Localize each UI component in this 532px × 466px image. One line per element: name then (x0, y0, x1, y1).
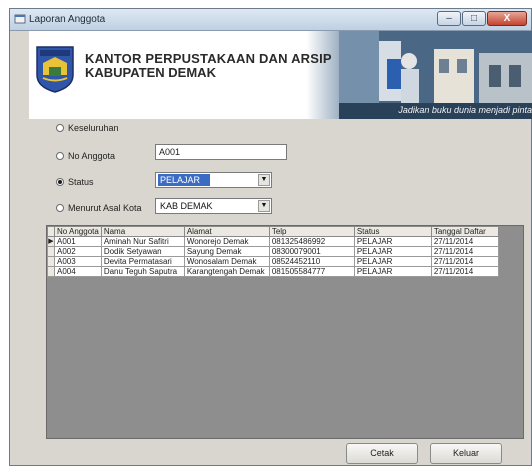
cell-alamat[interactable]: Wonosalam Demak (183, 256, 270, 267)
cell-no-anggota[interactable]: A004 (54, 266, 102, 277)
report-window: Laporan Anggota – □ X KANTOR PERPUSTAKAA… (9, 8, 532, 466)
radio-status[interactable] (56, 178, 64, 186)
column-header-alamat[interactable]: Alamat (183, 226, 270, 237)
table-row[interactable]: A004 Danu Teguh Saputra Karangtengah Dem… (47, 266, 499, 277)
asal-kota-dropdown-value: KAB DEMAK (160, 201, 213, 211)
maximize-button[interactable]: □ (462, 11, 486, 26)
cell-tanggal-daftar[interactable]: 27/11/2014 (430, 256, 499, 267)
cell-no-anggota[interactable]: A002 (54, 246, 102, 257)
banner-slogan: Jadikan buku dunia menjadi pintar (398, 105, 532, 115)
radio-status-label: Status (68, 177, 94, 187)
close-icon: X (503, 13, 511, 24)
radio-keseluruhan[interactable] (56, 124, 64, 132)
chevron-down-icon[interactable]: ▼ (258, 200, 270, 212)
row-indicator (47, 266, 55, 277)
column-header-nama[interactable]: Nama (100, 226, 185, 237)
cell-nama[interactable]: Devita Permatasari (100, 256, 185, 267)
title-bar[interactable]: Laporan Anggota – □ X (10, 9, 531, 31)
print-button[interactable]: Cetak (346, 443, 418, 464)
member-table: No Anggota Nama Alamat Telp Status Tangg… (47, 226, 499, 277)
close-button[interactable]: X (487, 11, 527, 26)
status-dropdown[interactable]: PELAJAR ▼ (155, 172, 272, 188)
cell-status[interactable]: PELAJAR (353, 246, 432, 257)
cell-alamat[interactable]: Wonorejo Demak (183, 236, 270, 247)
cell-nama[interactable]: Aminah Nur Safitri (100, 236, 185, 247)
cell-telp[interactable]: 08524452110 (268, 256, 355, 267)
cell-telp[interactable]: 081505584777 (268, 266, 355, 277)
cell-tanggal-daftar[interactable]: 27/11/2014 (430, 266, 499, 277)
header-indicator-cell (47, 226, 55, 237)
window-controls: – □ X (436, 11, 527, 27)
radio-keseluruhan-label: Keseluruhan (68, 123, 119, 133)
cell-no-anggota[interactable]: A001 (54, 236, 102, 247)
table-row[interactable]: A002 Dodik Setyawan Sayung Demak 0830007… (47, 246, 499, 257)
radio-no-anggota-label: No Anggota (68, 151, 116, 161)
demak-logo (36, 46, 74, 93)
row-indicator (47, 246, 55, 257)
banner-title-line2: KABUPATEN DEMAK (85, 65, 216, 80)
cell-status[interactable]: PELAJAR (353, 256, 432, 267)
option-status[interactable]: Status (56, 175, 94, 189)
cell-telp[interactable]: 081325486992 (268, 236, 355, 247)
header-banner: KANTOR PERPUSTAKAAN DAN ARSIP KABUPATEN … (29, 31, 532, 119)
asal-kota-dropdown[interactable]: KAB DEMAK ▼ (155, 198, 272, 214)
member-data-grid[interactable]: No Anggota Nama Alamat Telp Status Tangg… (46, 225, 524, 439)
radio-no-anggota[interactable] (56, 152, 64, 160)
status-dropdown-value: PELAJAR (158, 174, 210, 186)
row-indicator (47, 256, 55, 267)
option-keseluruhan[interactable]: Keseluruhan (56, 121, 119, 135)
minimize-icon: – (446, 13, 452, 24)
cell-alamat[interactable]: Sayung Demak (183, 246, 270, 257)
cell-tanggal-daftar[interactable]: 27/11/2014 (430, 246, 499, 257)
cell-nama[interactable]: Danu Teguh Saputra (100, 266, 185, 277)
radio-asal-kota[interactable] (56, 204, 64, 212)
app-form-icon (14, 14, 26, 24)
minimize-button[interactable]: – (437, 11, 461, 26)
cell-status[interactable]: PELAJAR (353, 236, 432, 247)
column-header-status[interactable]: Status (353, 226, 432, 237)
banner-title-line1: KANTOR PERPUSTAKAAN DAN ARSIP (85, 51, 332, 66)
column-header-no-anggota[interactable]: No Anggota (54, 226, 102, 237)
no-anggota-field[interactable]: A001 (155, 144, 287, 160)
cell-alamat[interactable]: Karangtengah Demak (183, 266, 270, 277)
column-header-tanggal-daftar[interactable]: Tanggal Daftar (430, 226, 499, 237)
cell-status[interactable]: PELAJAR (353, 266, 432, 277)
table-header-row: No Anggota Nama Alamat Telp Status Tangg… (47, 226, 499, 237)
column-header-telp[interactable]: Telp (268, 226, 355, 237)
cell-telp[interactable]: 08300079001 (268, 246, 355, 257)
chevron-down-icon[interactable]: ▼ (258, 174, 270, 186)
window-title: Laporan Anggota (29, 14, 106, 25)
table-row[interactable]: A003 Devita Permatasari Wonosalam Demak … (47, 256, 499, 267)
cell-tanggal-daftar[interactable]: 27/11/2014 (430, 236, 499, 247)
cell-nama[interactable]: Dodik Setyawan (100, 246, 185, 257)
option-no-anggota[interactable]: No Anggota (56, 149, 115, 163)
cell-no-anggota[interactable]: A003 (54, 256, 102, 267)
option-asal-kota[interactable]: Menurut Asal Kota (56, 201, 142, 215)
table-row[interactable]: ▶ A001 Aminah Nur Safitri Wonorejo Demak… (47, 236, 499, 247)
row-pointer-icon: ▶ (47, 236, 55, 247)
radio-asal-kota-label: Menurut Asal Kota (68, 203, 142, 213)
exit-button[interactable]: Keluar (430, 443, 502, 464)
maximize-icon: □ (470, 13, 478, 24)
